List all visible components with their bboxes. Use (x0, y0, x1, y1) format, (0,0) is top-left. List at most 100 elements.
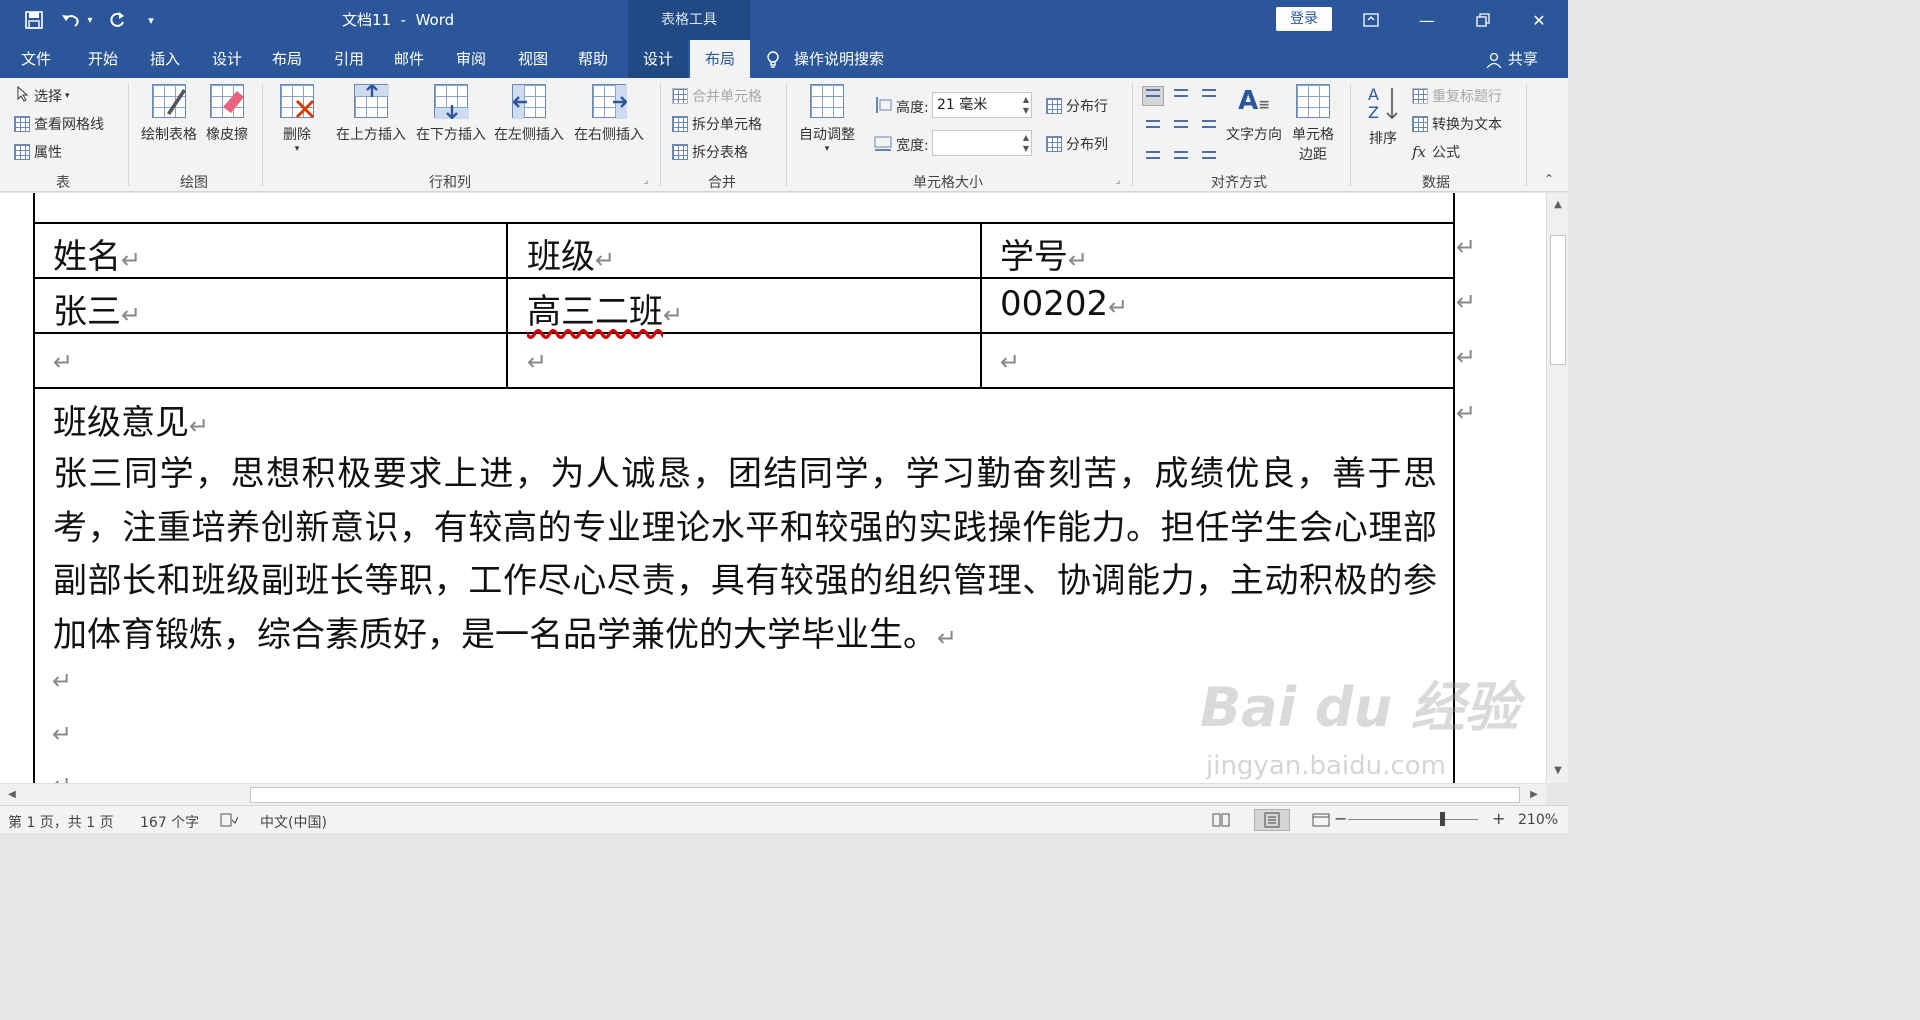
align-middle-center-icon[interactable] (1170, 114, 1192, 134)
split-table-button[interactable]: 拆分表格 (672, 142, 748, 162)
zoom-in-button[interactable]: + (1492, 809, 1505, 828)
tab-insert[interactable]: 插入 (134, 40, 196, 78)
insert-above-button[interactable]: 在上方插入 (334, 84, 408, 144)
table-cell[interactable]: 姓名↵ (53, 229, 141, 278)
tab-view[interactable]: 视图 (502, 40, 564, 78)
align-top-left-icon[interactable] (1142, 86, 1164, 106)
scroll-up-icon[interactable]: ▲ (1550, 197, 1566, 213)
tell-me-search[interactable]: 操作说明搜索 (766, 40, 884, 78)
paragraph-mark: ↵ (527, 348, 548, 376)
delete-button[interactable]: 删除 ▾ (276, 84, 318, 154)
undo-dropdown-icon[interactable]: ▾ (84, 8, 96, 32)
language[interactable]: 中文(中国) (260, 812, 327, 832)
table-cell[interactable]: ↵ (527, 339, 547, 379)
convert-to-text-button[interactable]: 转换为文本 (1412, 114, 1502, 134)
share-button[interactable]: 共享 (1486, 40, 1538, 78)
draw-table-button[interactable]: 绘制表格 (138, 84, 200, 144)
zoom-slider-thumb[interactable] (1440, 812, 1445, 826)
page[interactable]: 姓名↵ 班级↵ 学号↵ 张三↵ 高三二班↵ 00202↵ ↵ ↵ ↵ ↵ ↵ ↵… (0, 193, 1546, 783)
save-icon[interactable] (20, 8, 48, 32)
proofing-icon[interactable] (220, 812, 239, 832)
scroll-left-icon[interactable]: ◀ (4, 787, 20, 803)
tab-table-design[interactable]: 设计 (628, 40, 688, 78)
height-spinner[interactable]: ▲ ▼ (1023, 94, 1029, 116)
insert-below-button[interactable]: 在下方插入 (414, 84, 488, 144)
width-spinner[interactable]: ▲ ▼ (1023, 132, 1029, 154)
vertical-scroll-thumb[interactable] (1550, 235, 1566, 365)
text-direction-button[interactable]: A≡ 文字方向 (1222, 84, 1286, 144)
zoom-slider[interactable] (1348, 819, 1478, 820)
table-cell[interactable]: 高三二班↵ (527, 284, 683, 333)
sort-button[interactable]: AZ 排序 (1362, 84, 1404, 148)
align-bottom-right-icon[interactable] (1198, 142, 1220, 162)
table-cell[interactable]: ↵ (53, 339, 73, 379)
tab-mailings[interactable]: 邮件 (378, 40, 440, 78)
table-cell[interactable]: 张三↵ (53, 284, 141, 333)
table-border-col (980, 222, 982, 389)
tab-review[interactable]: 审阅 (440, 40, 502, 78)
distribute-cols-button[interactable]: 分布列 (1046, 134, 1108, 154)
table-cell[interactable]: ↵ (1000, 339, 1020, 379)
formula-button[interactable]: fx 公式 (1412, 142, 1460, 162)
view-gridlines-button[interactable]: 查看网格线 (14, 114, 104, 134)
ribbon-display-options-icon[interactable] (1348, 0, 1394, 40)
tab-help[interactable]: 帮助 (562, 40, 624, 78)
height-input[interactable]: 21 毫米 ▲ ▼ (932, 92, 1032, 118)
scroll-down-icon[interactable]: ▼ (1550, 763, 1566, 779)
cell-size-launcher-icon[interactable]: ⌟ (1116, 176, 1120, 186)
scroll-right-icon[interactable]: ▶ (1526, 787, 1542, 803)
width-input[interactable]: ▲ ▼ (932, 130, 1032, 156)
web-layout-icon[interactable] (1312, 812, 1330, 832)
table-cell[interactable]: 00202↵ (1000, 284, 1128, 324)
cell-margins-button[interactable]: 单元格 边距 (1288, 84, 1338, 164)
login-button[interactable]: 登录 (1276, 7, 1332, 31)
customize-qat-icon[interactable]: ▾ (142, 8, 160, 32)
select-label: 选择 (34, 89, 62, 105)
remark-title[interactable]: 班级意见↵ (53, 395, 209, 444)
align-bottom-left-icon[interactable] (1142, 142, 1164, 162)
eraser-button[interactable]: 橡皮擦 (202, 84, 252, 144)
remark-body[interactable]: 张三同学，思想积极要求上进，为人诚恳，团结同学，学习勤奋刻苦，成绩优良，善于思考… (53, 448, 1437, 665)
redo-icon[interactable] (104, 8, 130, 32)
read-mode-icon[interactable] (1212, 812, 1230, 832)
table-cell[interactable]: 学号↵ (1000, 229, 1088, 278)
autofit-button[interactable]: 自动调整 ▾ (796, 84, 858, 154)
insert-right-button[interactable]: 在右侧插入 (572, 84, 646, 144)
zoom-out-button[interactable]: − (1334, 809, 1347, 828)
merge-cells-label: 合并单元格 (692, 89, 762, 105)
document-area[interactable]: 姓名↵ 班级↵ 学号↵ 张三↵ 高三二班↵ 00202↵ ↵ ↵ ↵ ↵ ↵ ↵… (0, 193, 1546, 783)
fx-icon: fx (1412, 143, 1427, 161)
tab-layout[interactable]: 布局 (256, 40, 318, 78)
table-cell[interactable]: 班级↵ (527, 229, 615, 278)
page-count[interactable]: 第 1 页，共 1 页 (8, 812, 114, 832)
distribute-rows-button[interactable]: 分布行 (1046, 96, 1108, 116)
tab-design[interactable]: 设计 (196, 40, 258, 78)
zoom-level[interactable]: 210% (1518, 812, 1558, 828)
close-icon[interactable]: ✕ (1516, 0, 1562, 40)
properties-button[interactable]: 属性 (14, 142, 62, 162)
minimize-icon[interactable]: — (1404, 0, 1450, 40)
horizontal-scroll-thumb[interactable] (250, 787, 1520, 803)
select-button[interactable]: 选择 ▾ (16, 85, 70, 106)
word-count[interactable]: 167 个字 (140, 812, 199, 832)
horizontal-scrollbar[interactable]: ◀ ▶ (0, 783, 1546, 805)
undo-icon[interactable] (56, 8, 86, 32)
repeat-header-button[interactable]: 重复标题行 (1412, 86, 1502, 106)
merge-cells-button[interactable]: 合并单元格 (672, 86, 762, 106)
collapse-ribbon-icon[interactable]: ⌃ (1544, 172, 1554, 186)
tab-table-layout[interactable]: 布局 (690, 40, 750, 78)
insert-left-button[interactable]: 在左侧插入 (492, 84, 566, 144)
align-top-center-icon[interactable] (1170, 86, 1192, 106)
align-middle-left-icon[interactable] (1142, 114, 1164, 134)
rows-cols-launcher-icon[interactable]: ⌟ (644, 176, 648, 186)
restore-icon[interactable] (1460, 0, 1506, 40)
split-cells-button[interactable]: 拆分单元格 (672, 114, 762, 134)
print-layout-icon[interactable] (1254, 809, 1290, 831)
tab-file[interactable]: 文件 (6, 40, 66, 78)
tab-references[interactable]: 引用 (318, 40, 380, 78)
tab-home[interactable]: 开始 (72, 40, 134, 78)
align-middle-right-icon[interactable] (1198, 114, 1220, 134)
align-bottom-center-icon[interactable] (1170, 142, 1192, 162)
align-top-right-icon[interactable] (1198, 86, 1220, 106)
vertical-scrollbar[interactable]: ▲ ▼ (1546, 193, 1568, 783)
